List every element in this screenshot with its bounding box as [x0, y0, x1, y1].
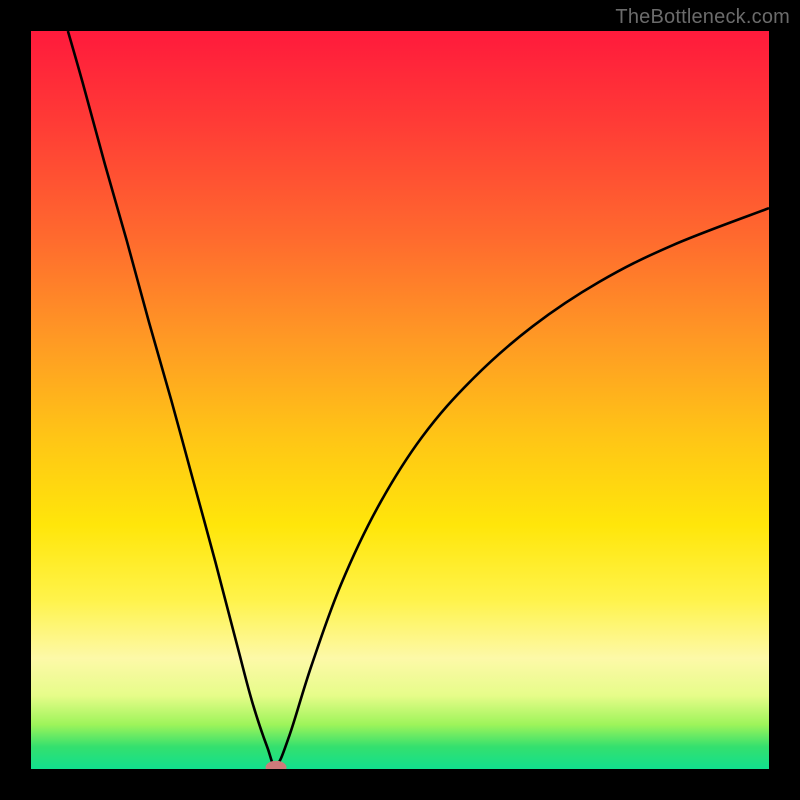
watermark-text: TheBottleneck.com: [615, 6, 790, 29]
chart-plot-area: [31, 31, 769, 769]
bottleneck-curve: [68, 31, 769, 766]
chart-svg: [31, 31, 769, 769]
min-marker: [266, 761, 287, 769]
chart-frame: TheBottleneck.com: [0, 0, 800, 800]
